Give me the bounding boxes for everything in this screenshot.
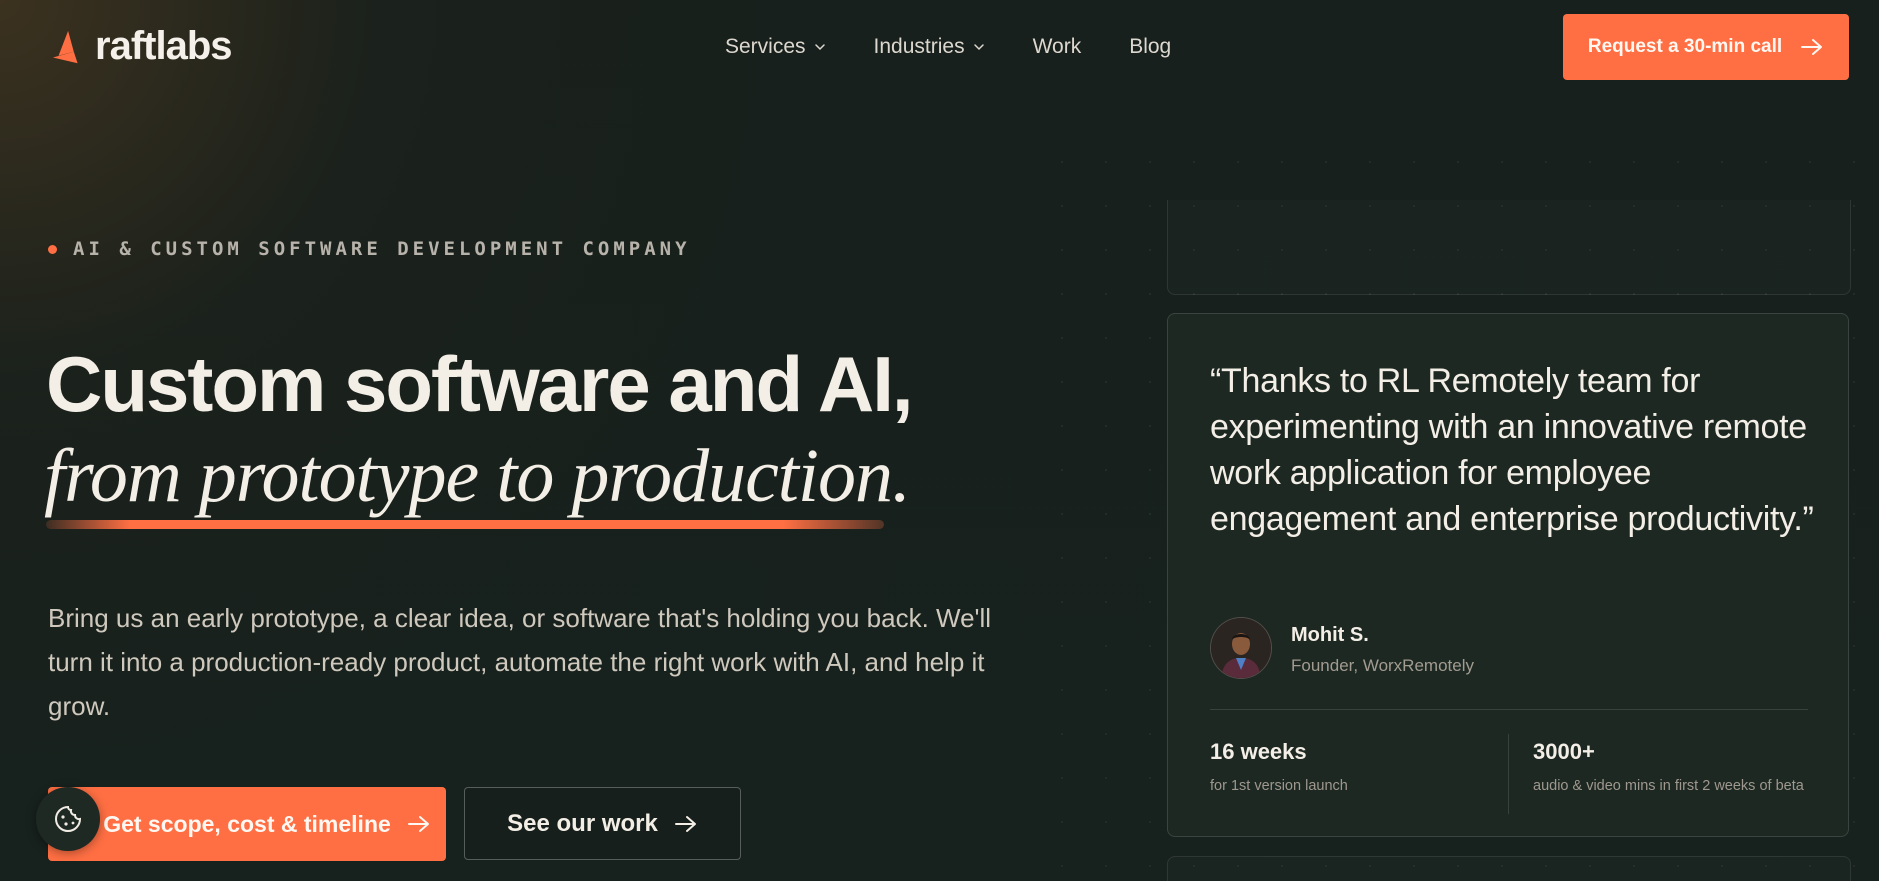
get-scope-button[interactable]: Get scope, cost & timeline <box>48 787 446 861</box>
stat-value: 16 weeks <box>1210 739 1307 764</box>
see-our-work-button[interactable]: See our work <box>464 787 741 860</box>
nav-blog-label: Blog <box>1129 35 1172 58</box>
stat-label: audio & video mins in first 2 weeks of b… <box>1533 778 1804 794</box>
top-navigation: raftlabs Services Industries Work Blog R… <box>0 0 1879 95</box>
headline-underline <box>46 520 884 529</box>
arrow-right-icon <box>674 815 696 832</box>
nav-blog[interactable]: Blog <box>1129 35 1171 59</box>
cookie-settings-button[interactable] <box>36 787 100 851</box>
arrow-right-icon <box>1801 39 1823 55</box>
hero-headline-line1: Custom software and AI, <box>46 340 914 428</box>
get-scope-label: Get scope, cost & timeline <box>103 810 391 837</box>
stats-separator <box>1508 734 1509 814</box>
author-name: Mohit S. <box>1291 624 1369 646</box>
testimonial-card: “Thanks to RL Remotely team for experime… <box>1167 313 1849 837</box>
author-avatar <box>1210 617 1272 679</box>
nav-services[interactable]: Services <box>725 35 826 59</box>
eyebrow-dot <box>48 244 57 254</box>
stats-divider <box>1210 709 1808 710</box>
chevron-down-icon <box>973 44 984 51</box>
request-call-button[interactable]: Request a 30-min call <box>1563 14 1849 80</box>
hero-eyebrow: AI & CUSTOM SOFTWARE DEVELOPMENT COMPANY <box>48 238 691 260</box>
stat-value: 3000+ <box>1533 739 1595 764</box>
chevron-down-icon <box>814 44 825 51</box>
testimonial-quote: “Thanks to RL Remotely team for experime… <box>1210 362 1814 538</box>
request-call-label: Request a 30-min call <box>1587 36 1783 57</box>
nav-work-label: Work <box>1032 35 1082 58</box>
hero-headline-line2: from prototype to production. <box>44 434 911 518</box>
arrow-right-icon <box>407 816 429 832</box>
primary-nav: Services Industries Work Blog <box>725 35 1171 59</box>
cookie-icon <box>55 805 82 832</box>
brand-logo-link[interactable]: raftlabs <box>51 24 232 68</box>
hero-lead-paragraph: Bring us an early prototype, a clear ide… <box>48 603 992 721</box>
see-our-work-label: See our work <box>507 809 658 837</box>
next-testimonial-card <box>1167 856 1851 881</box>
nav-industries-label: Industries <box>873 35 965 58</box>
author-role: Founder, WorxRemotely <box>1291 656 1474 675</box>
previous-testimonial-card <box>1167 200 1851 295</box>
nav-services-label: Services <box>725 35 806 58</box>
author-portrait <box>1211 618 1271 678</box>
brand-name: raftlabs <box>95 24 232 68</box>
nav-work[interactable]: Work <box>1033 35 1082 59</box>
eyebrow-text: AI & CUSTOM SOFTWARE DEVELOPMENT COMPANY <box>73 238 691 260</box>
nav-industries[interactable]: Industries <box>874 35 985 59</box>
raftlabs-logo-icon <box>52 30 78 64</box>
stat-label: for 1st version launch <box>1210 778 1348 794</box>
